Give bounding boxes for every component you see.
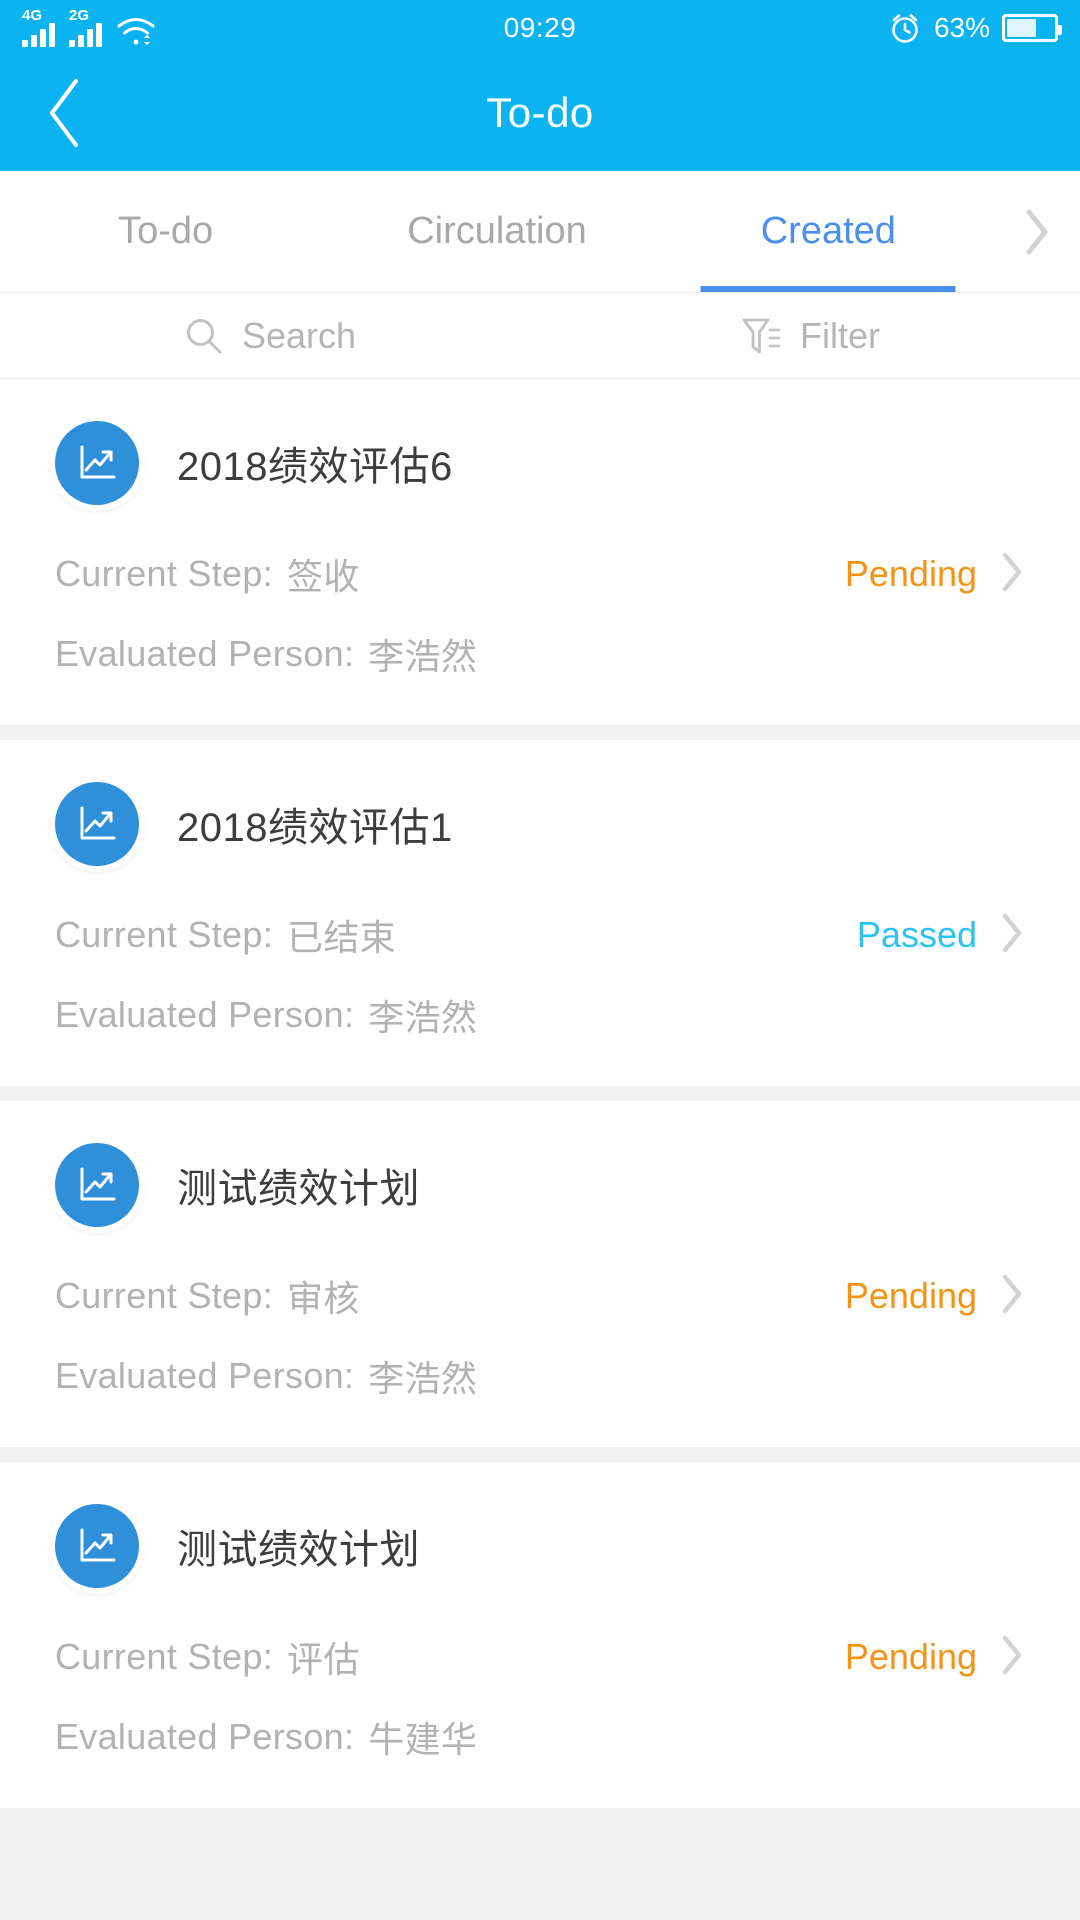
evaluated-person-label: Evaluated Person: bbox=[55, 1716, 355, 1757]
list-item[interactable]: 2018绩效评估6 Current Step: 签收 Pending Evalu… bbox=[0, 379, 1080, 725]
evaluated-person-value: 李浩然 bbox=[368, 997, 478, 1038]
filter-button[interactable]: Filter bbox=[540, 293, 1080, 378]
status-badge[interactable]: Pending bbox=[845, 1633, 1025, 1682]
chevron-right-icon bbox=[999, 1633, 1025, 1682]
evaluated-person-label: Evaluated Person: bbox=[55, 994, 355, 1035]
evaluated-person-label: Evaluated Person: bbox=[55, 633, 355, 674]
status-badge[interactable]: Passed bbox=[857, 911, 1025, 960]
evaluated-person-label: Evaluated Person: bbox=[55, 1355, 355, 1396]
tab-circulation-label: Circulation bbox=[407, 210, 587, 252]
status-label: Pending bbox=[844, 553, 977, 594]
tab-todo-label: To-do bbox=[118, 210, 214, 252]
evaluated-person-row: Evaluated Person: 李浩然 bbox=[0, 984, 1080, 1046]
current-step-row: Current Step: 审核 Pending bbox=[0, 1265, 1080, 1327]
status-bar-right: 63% bbox=[888, 11, 1062, 45]
chart-trend-icon bbox=[55, 1504, 139, 1588]
back-chevron-icon[interactable] bbox=[30, 78, 100, 148]
evaluated-person-value: 李浩然 bbox=[368, 636, 478, 677]
evaluated-person-value: 李浩然 bbox=[368, 1358, 478, 1399]
tab-circulation[interactable]: Circulation bbox=[331, 171, 662, 292]
evaluated-person-row: Evaluated Person: 牛建华 bbox=[0, 1706, 1080, 1768]
tab-todo[interactable]: To-do bbox=[0, 171, 331, 292]
status-label: Pending bbox=[844, 1275, 977, 1316]
battery-percent-label: 63% bbox=[933, 11, 990, 43]
status-bar: 4G 2G 09:29 63% bbox=[0, 0, 1080, 55]
list-item-title: 2018绩效评估6 bbox=[177, 445, 453, 489]
current-step-value: 评估 bbox=[287, 1639, 360, 1680]
tab-created-label: Created bbox=[760, 210, 896, 252]
filter-label: Filter bbox=[800, 314, 880, 356]
task-list: 2018绩效评估6 Current Step: 签收 Pending Evalu… bbox=[0, 379, 1080, 1808]
current-step-label: Current Step: bbox=[55, 553, 274, 594]
evaluated-person-row: Evaluated Person: 李浩然 bbox=[0, 1345, 1080, 1407]
status-badge[interactable]: Pending bbox=[845, 550, 1025, 599]
status-label: Passed bbox=[856, 914, 977, 955]
page-title: To-do bbox=[486, 89, 594, 136]
current-step-value: 审核 bbox=[287, 1278, 360, 1319]
evaluated-person-row: Evaluated Person: 李浩然 bbox=[0, 623, 1080, 685]
chevron-right-icon bbox=[999, 911, 1025, 960]
list-item-header: 测试绩效计划 bbox=[0, 1143, 1080, 1227]
current-step-row: Current Step: 签收 Pending bbox=[0, 543, 1080, 605]
search-input[interactable]: Search bbox=[0, 293, 540, 378]
list-item-header: 2018绩效评估1 bbox=[0, 782, 1080, 866]
list-item[interactable]: 2018绩效评估1 Current Step: 已结束 Passed Evalu… bbox=[0, 740, 1080, 1086]
alarm-clock-icon bbox=[888, 11, 922, 45]
list-item-title: 2018绩效评估1 bbox=[177, 806, 453, 850]
list-item-title: 测试绩效计划 bbox=[177, 1528, 420, 1572]
search-filter-bar: Search Filter bbox=[0, 293, 1080, 379]
current-step-row: Current Step: 评估 Pending bbox=[0, 1626, 1080, 1688]
filter-icon bbox=[740, 314, 782, 358]
tab-created[interactable]: Created bbox=[663, 171, 994, 292]
current-step-label: Current Step: bbox=[55, 914, 274, 955]
status-badge[interactable]: Pending bbox=[845, 1272, 1025, 1321]
tab-bar: To-do Circulation Created bbox=[0, 171, 1080, 293]
chart-trend-icon bbox=[55, 782, 139, 866]
chart-trend-icon bbox=[55, 421, 139, 505]
current-step-row: Current Step: 已结束 Passed bbox=[0, 904, 1080, 966]
list-item-title: 测试绩效计划 bbox=[177, 1167, 420, 1211]
list-item-header: 测试绩效计划 bbox=[0, 1504, 1080, 1588]
chevron-right-icon bbox=[999, 1272, 1025, 1321]
list-item-header: 2018绩效评估6 bbox=[0, 421, 1080, 505]
current-step-label: Current Step: bbox=[55, 1275, 274, 1316]
list-item[interactable]: 测试绩效计划 Current Step: 评估 Pending Evaluate… bbox=[0, 1462, 1080, 1808]
app-header: To-do bbox=[0, 55, 1080, 171]
status-label: Pending bbox=[844, 1636, 977, 1677]
evaluated-person-value: 牛建华 bbox=[368, 1719, 478, 1760]
chart-trend-icon bbox=[55, 1143, 139, 1227]
search-placeholder-label: Search bbox=[241, 314, 357, 356]
list-item[interactable]: 测试绩效计划 Current Step: 审核 Pending Evaluate… bbox=[0, 1101, 1080, 1447]
battery-icon bbox=[1002, 13, 1062, 42]
current-step-label: Current Step: bbox=[55, 1636, 274, 1677]
search-icon bbox=[184, 316, 224, 356]
chevron-right-icon bbox=[999, 550, 1025, 599]
current-step-value: 签收 bbox=[287, 556, 360, 597]
current-step-value: 已结束 bbox=[287, 917, 396, 958]
tab-overflow-chevron-right-icon[interactable] bbox=[994, 171, 1080, 292]
